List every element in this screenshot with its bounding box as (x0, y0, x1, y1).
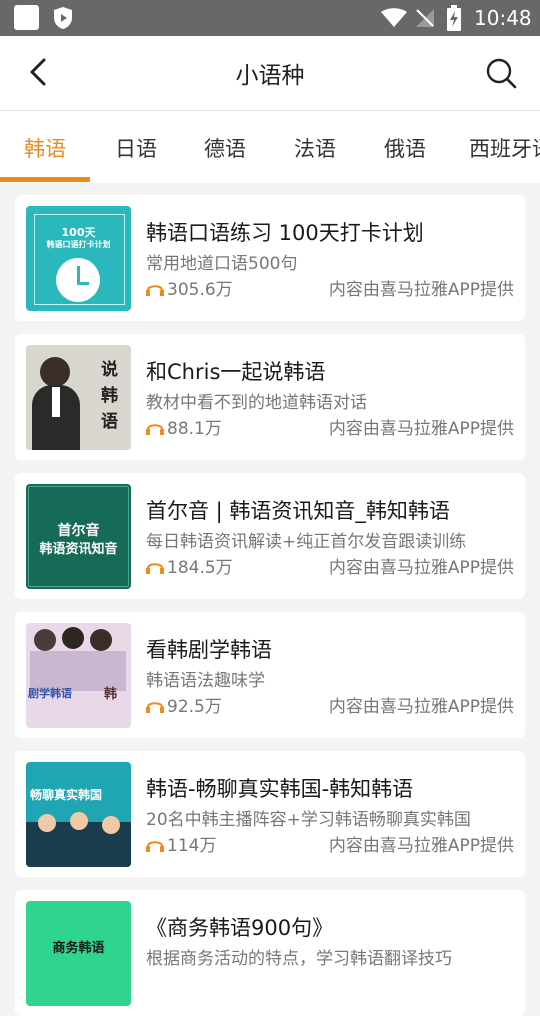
headphones-icon (146, 841, 164, 852)
list-item[interactable]: 商务韩语 《商务韩语900句》 根据商务活动的特点，学习韩语翻译技巧 (15, 890, 525, 1016)
item-title: 《商务韩语900句》 (146, 916, 334, 940)
status-bar: 10:48 (0, 0, 540, 36)
item-subtitle: 20名中韩主播阵容+学习韩语畅聊真实韩国 (146, 810, 471, 830)
play-count: 305.6万 (146, 275, 233, 300)
search-icon[interactable] (484, 56, 518, 90)
item-subtitle: 教材中看不到的地道韩语对话 (146, 393, 367, 413)
album-cover: 畅聊真实韩国 (26, 762, 131, 867)
play-count: 92.5万 (146, 692, 222, 717)
tab-french[interactable]: 法语 (294, 133, 336, 163)
tab-korean[interactable]: 韩语 (24, 133, 66, 163)
battery-charging-icon (447, 5, 461, 31)
album-cover: 商务韩语 (26, 901, 131, 1006)
play-count: 114万 (146, 831, 216, 856)
content-source: 内容由喜马拉雅APP提供 (328, 697, 514, 717)
content-source: 内容由喜马拉雅APP提供 (328, 419, 514, 439)
active-tab-indicator (0, 177, 90, 182)
tab-russian[interactable]: 俄语 (384, 133, 426, 163)
list-item[interactable]: 100天 韩语口语打卡计划 韩语口语练习 100天打卡计划 常用地道口语500句… (15, 195, 525, 321)
item-title: 韩语口语练习 100天打卡计划 (146, 221, 424, 245)
headphones-icon (146, 285, 164, 296)
headphones-icon (146, 424, 164, 435)
album-cover: 剧学韩语 韩 (26, 623, 131, 728)
album-cover: 首尔音 韩语资讯知音 (26, 484, 131, 589)
item-title: 和Chris一起说韩语 (146, 360, 326, 384)
wifi-icon (381, 8, 407, 27)
item-subtitle: 常用地道口语500句 (146, 254, 298, 274)
content-source: 内容由喜马拉雅APP提供 (328, 558, 514, 578)
no-signal-icon (416, 9, 434, 27)
list-item[interactable]: 畅聊真实韩国 韩语-畅聊真实韩国-韩知韩语 20名中韩主播阵容+学习韩语畅聊真实… (15, 751, 525, 877)
list-item[interactable]: 剧学韩语 韩 看韩剧学韩语 韩语语法趣味学 92.5万 内容由喜马拉雅APP提供 (15, 612, 525, 738)
tab-german[interactable]: 德语 (204, 133, 246, 163)
item-subtitle: 根据商务活动的特点，学习韩语翻译技巧 (146, 949, 452, 969)
content-source: 内容由喜马拉雅APP提供 (328, 280, 514, 300)
headphones-icon (146, 702, 164, 713)
album-cover: 100天 韩语口语打卡计划 (26, 206, 131, 311)
tab-spanish[interactable]: 西班牙语 (469, 133, 540, 163)
album-cover: 说 韩 语 (26, 345, 131, 450)
item-subtitle: 每日韩语资讯解读+纯正首尔发音跟读训练 (146, 532, 467, 552)
item-subtitle: 韩语语法趣味学 (146, 671, 265, 691)
content-source: 内容由喜马拉雅APP提供 (328, 836, 514, 856)
status-time: 10:48 (474, 6, 532, 30)
item-title: 看韩剧学韩语 (146, 638, 272, 662)
app-header: 小语种 (0, 36, 540, 111)
tab-japanese[interactable]: 日语 (115, 133, 157, 163)
play-count: 88.1万 (146, 414, 222, 439)
shield-play-icon (54, 7, 72, 29)
list-item[interactable]: 首尔音 韩语资讯知音 首尔音 | 韩语资讯知音_韩知韩语 每日韩语资讯解读+纯正… (15, 473, 525, 599)
list-item[interactable]: 说 韩 语 和Chris一起说韩语 教材中看不到的地道韩语对话 88.1万 内容… (15, 334, 525, 460)
headphones-icon (146, 563, 164, 574)
page-title: 小语种 (235, 63, 305, 89)
notification-square-icon (14, 5, 39, 30)
play-count: 184.5万 (146, 553, 233, 578)
item-title: 首尔音 | 韩语资讯知音_韩知韩语 (146, 499, 450, 523)
language-tabs: 韩语 日语 德语 法语 俄语 西班牙语 (0, 111, 540, 183)
item-title: 韩语-畅聊真实韩国-韩知韩语 (146, 777, 414, 801)
